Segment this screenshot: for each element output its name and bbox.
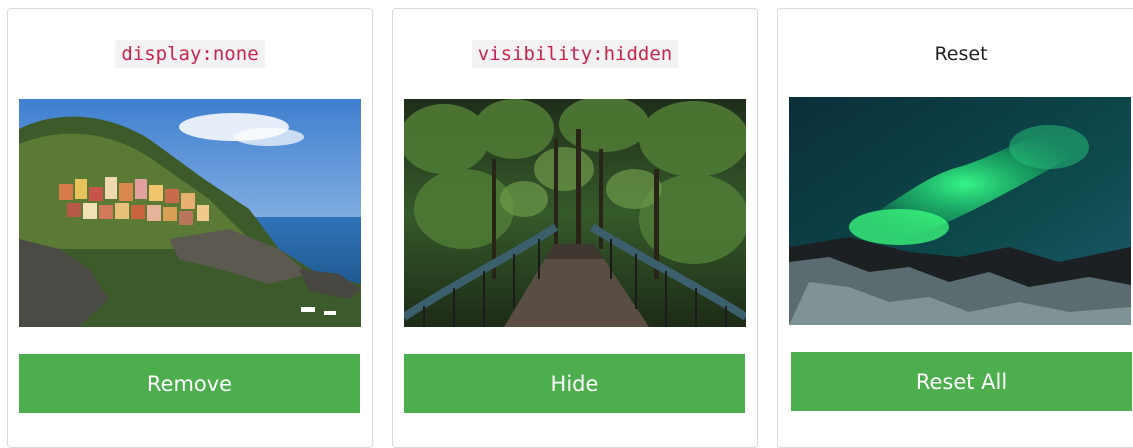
reset-all-button[interactable]: Reset All	[791, 352, 1132, 411]
coastal-village-image	[19, 99, 361, 327]
card-title-row: display:none	[8, 9, 372, 99]
card-display-none: display:none Remove	[7, 8, 373, 448]
card-visibility-hidden: visibility:hidden Hide	[392, 8, 758, 448]
card-title-row: Reset	[778, 9, 1133, 99]
card-title: Reset	[934, 43, 988, 65]
forest-bridge-image	[404, 99, 746, 327]
northern-lights-image	[789, 97, 1131, 325]
card-title: display:none	[115, 40, 265, 68]
card-title: visibility:hidden	[471, 40, 679, 68]
card-title-row: visibility:hidden	[393, 9, 757, 99]
hide-button[interactable]: Hide	[404, 354, 745, 413]
card-reset: Reset Reset All	[777, 8, 1133, 448]
remove-button[interactable]: Remove	[19, 354, 360, 413]
